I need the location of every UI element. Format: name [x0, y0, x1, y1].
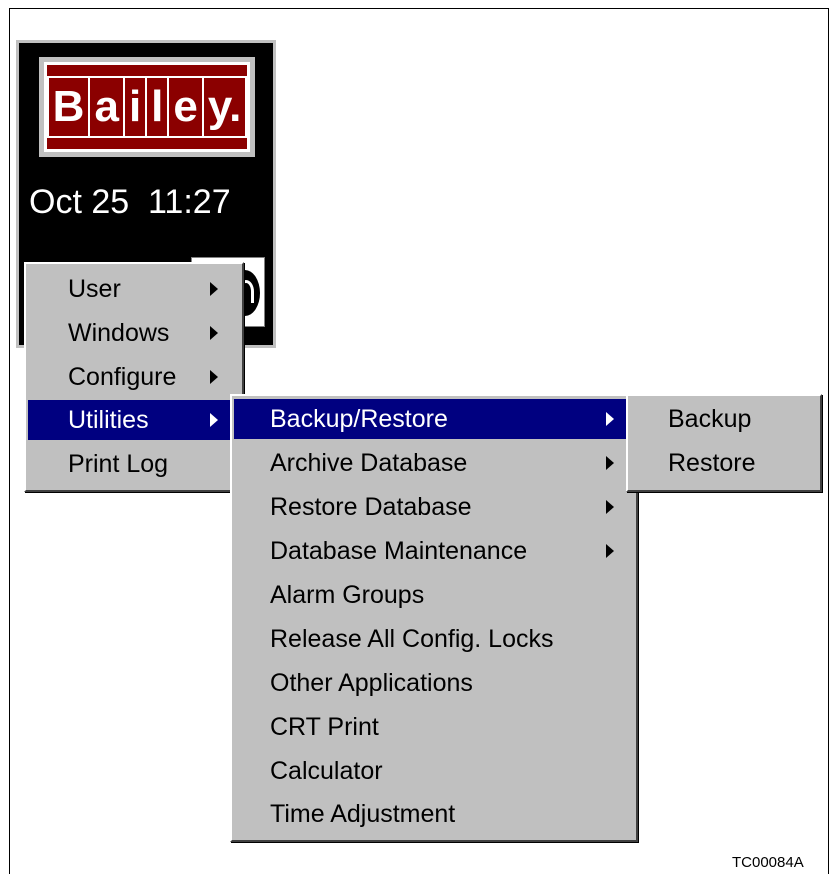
menu-item-configure[interactable]: Configure — [28, 357, 240, 397]
submenu-arrow-icon — [210, 326, 218, 340]
backup-restore-submenu: Backup Restore — [626, 394, 822, 492]
menu-item-label: Utilities — [68, 406, 149, 434]
menu-item-label: Release All Config. Locks — [270, 625, 554, 653]
menu-item-utilities[interactable]: Utilities — [28, 400, 240, 440]
submenu-arrow-icon — [606, 456, 614, 470]
submenu-arrow-icon — [606, 500, 614, 514]
logo-letter: B — [49, 78, 91, 136]
logo-letter: i — [125, 78, 148, 136]
menu-item-label: Backup — [668, 405, 752, 433]
menu-item-time-adjustment[interactable]: Time Adjustment — [234, 794, 634, 834]
menu-item-label: User — [68, 275, 121, 303]
submenu-arrow-icon — [210, 370, 218, 384]
menu-item-label: Time Adjustment — [270, 800, 456, 828]
submenu-arrow-icon — [210, 413, 218, 427]
bailey-logo: B a i l e y. — [39, 57, 255, 157]
main-menu: User Windows Configure Utilities Print L… — [24, 262, 244, 492]
menu-item-label: Backup/Restore — [270, 405, 448, 433]
menu-item-release-config-locks[interactable]: Release All Config. Locks — [234, 619, 634, 659]
menu-item-crt-print[interactable]: CRT Print — [234, 707, 634, 747]
menu-item-label: Restore Database — [270, 493, 472, 521]
logo-lettering: B a i l e y. — [46, 76, 248, 138]
menu-item-print-log[interactable]: Print Log — [28, 444, 240, 484]
menu-item-calculator[interactable]: Calculator — [234, 751, 634, 791]
menu-item-label: Database Maintenance — [270, 537, 528, 565]
menu-item-label: CRT Print — [270, 713, 379, 741]
menu-item-archive-database[interactable]: Archive Database — [234, 443, 634, 483]
menu-item-label: Other Applications — [270, 669, 473, 697]
menu-item-label: Configure — [68, 363, 177, 391]
menu-item-label: Alarm Groups — [270, 581, 425, 609]
submenu-arrow-icon — [210, 282, 218, 296]
menu-item-label: Windows — [68, 319, 170, 347]
menu-item-label: Restore — [668, 449, 756, 477]
menu-item-restore[interactable]: Restore — [630, 443, 818, 483]
menu-item-label: Calculator — [270, 757, 383, 785]
menu-item-backup-restore[interactable]: Backup/Restore — [234, 399, 634, 439]
menu-item-alarm-groups[interactable]: Alarm Groups — [234, 575, 634, 615]
menu-item-backup[interactable]: Backup — [630, 399, 818, 439]
submenu-arrow-icon — [606, 544, 614, 558]
logo-letter: l — [147, 78, 170, 136]
logo-letter: a — [90, 78, 125, 136]
utilities-submenu: Backup/Restore Archive Database Restore … — [230, 394, 638, 842]
menu-item-database-maintenance[interactable]: Database Maintenance — [234, 531, 634, 571]
menu-item-restore-database[interactable]: Restore Database — [234, 487, 634, 527]
menu-item-other-applications[interactable]: Other Applications — [234, 663, 634, 703]
figure-id-label: TC00084A — [732, 854, 804, 871]
logo-letter: y. — [207, 82, 242, 131]
menu-item-windows[interactable]: Windows — [28, 313, 240, 353]
submenu-arrow-icon — [606, 412, 614, 426]
date-time-display: Oct 25 11:27 — [29, 183, 231, 221]
menu-item-label: Archive Database — [270, 449, 468, 477]
menu-item-user[interactable]: User — [28, 269, 240, 309]
logo-letter: e — [169, 78, 204, 136]
menu-item-label: Print Log — [68, 450, 169, 478]
